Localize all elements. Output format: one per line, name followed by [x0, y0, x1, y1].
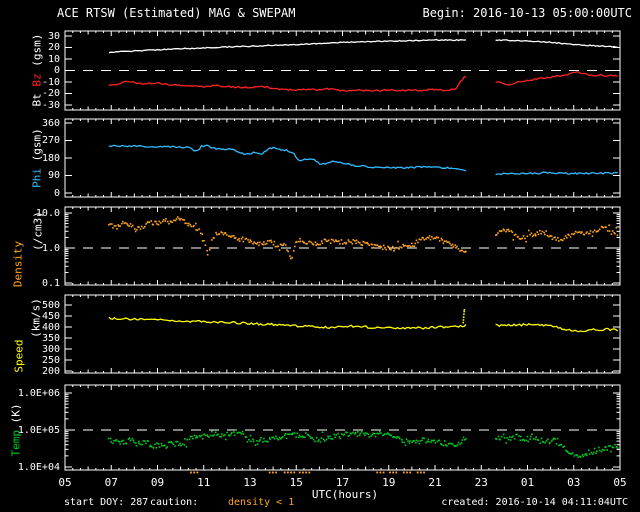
axis-title-phi: Phi (gsm)	[31, 128, 44, 188]
y-tick-label: 10.0	[0, 208, 60, 219]
axis-title-speed: (km/s)	[30, 298, 43, 338]
series-phi	[109, 145, 618, 175]
x-tick-label: 21	[421, 476, 449, 489]
y-tick-label: 1.0E+04	[0, 462, 60, 473]
plot-canvas	[0, 0, 640, 512]
y-tick-label: 1.0E+06	[0, 388, 60, 399]
footer-caution-label: caution:	[150, 497, 198, 508]
panel-density	[65, 207, 620, 285]
x-tick-label: 05	[51, 476, 79, 489]
ace-rtsw-plot: ACE RTSW (Estimated) MAG & SWEPAM Begin:…	[0, 0, 640, 512]
panel-speed	[65, 295, 620, 373]
x-tick-label: 15	[282, 476, 310, 489]
y-tick-label: 250	[0, 355, 60, 366]
x-tick-label: 23	[467, 476, 495, 489]
x-tick-label: 17	[329, 476, 357, 489]
axis-title-density: Density	[12, 241, 25, 287]
x-tick-label: 19	[375, 476, 403, 489]
axis-title-temp: Temp (K)	[10, 404, 23, 457]
axis-title-speed: Speed	[13, 339, 26, 372]
footer-caution-value: density < 1	[228, 497, 294, 508]
x-tick-label: 11	[190, 476, 218, 489]
series-bz	[109, 72, 618, 91]
series-bt	[109, 40, 618, 53]
y-tick-label: 1.0	[0, 243, 60, 254]
x-tick-label: 01	[514, 476, 542, 489]
series-temp	[108, 429, 619, 458]
panel-phi	[65, 119, 620, 197]
panel-bt-bz	[65, 31, 620, 110]
y-tick-label: 300	[0, 344, 60, 355]
axis-title-bt-bz: Bt Bz (gsm)	[31, 34, 44, 107]
footer-created-timestamp: created: 2016-10-14 04:11:04UTC	[441, 497, 628, 508]
series-speed-spike	[462, 309, 465, 323]
y-tick-label: 200	[0, 366, 60, 377]
series-density	[108, 216, 618, 259]
caution-density-marks	[190, 472, 425, 474]
x-tick-label: 13	[236, 476, 264, 489]
y-tick-label: 360	[0, 118, 60, 129]
footer-start-doy: start DOY: 287	[64, 497, 148, 508]
axis-title-density: (/cm3)	[32, 211, 45, 251]
panel-temp	[65, 385, 620, 470]
series-speed	[109, 317, 618, 331]
x-tick-label: 07	[97, 476, 125, 489]
x-axis-title: UTC(hours)	[312, 488, 378, 501]
y-tick-label: 0	[0, 188, 60, 199]
x-tick-label: 03	[560, 476, 588, 489]
x-tick-label: 09	[144, 476, 172, 489]
x-tick-label: 05	[606, 476, 634, 489]
y-tick-label: 0.1	[0, 278, 60, 289]
